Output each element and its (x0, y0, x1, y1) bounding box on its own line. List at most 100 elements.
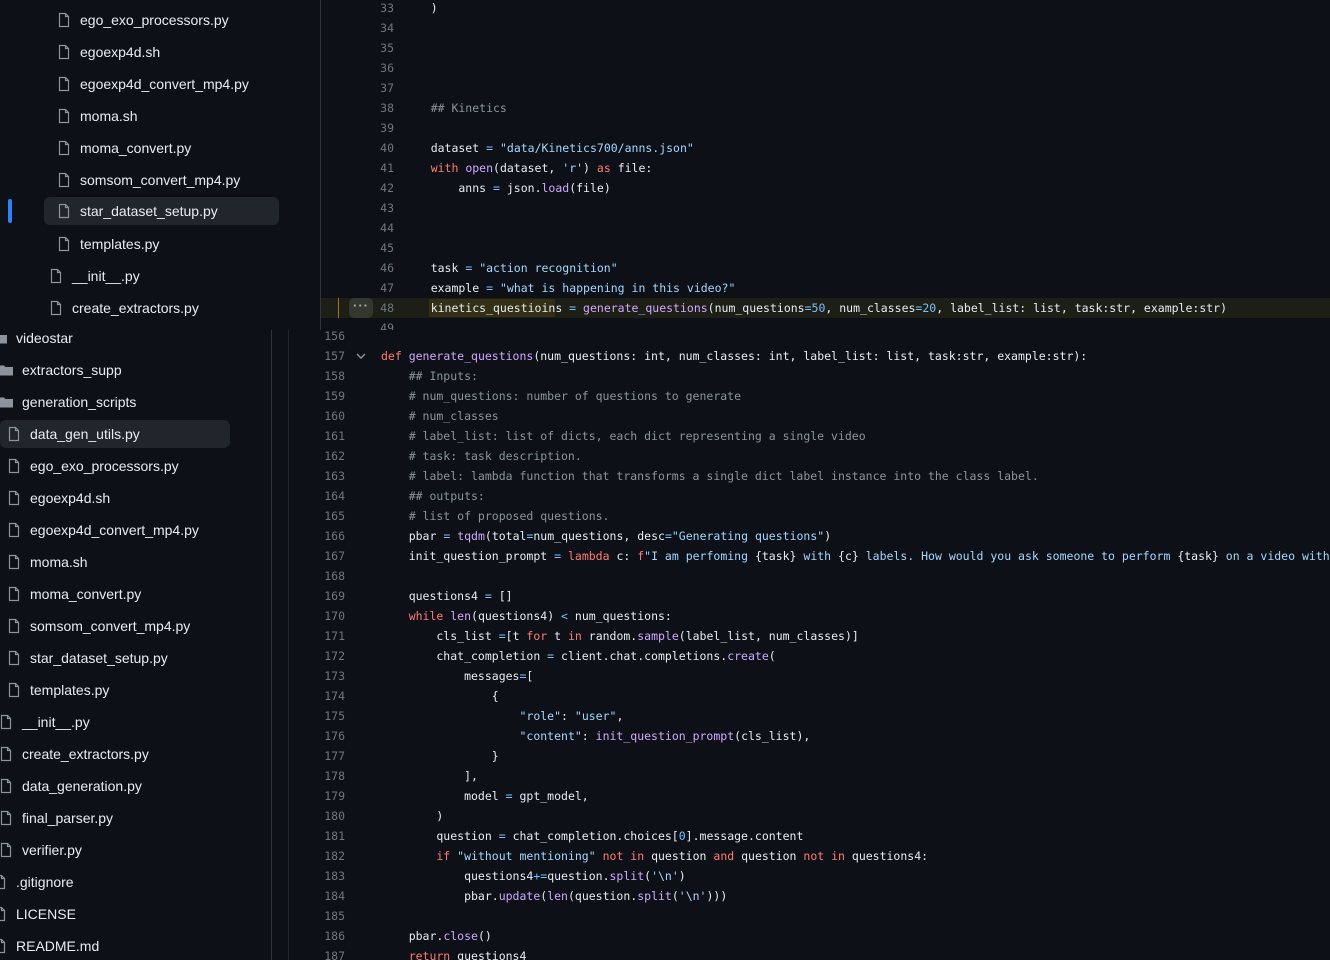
code-text: "role": "user", (381, 706, 623, 726)
code-token: , label_list: list, task:str, example:st… (936, 301, 1228, 315)
code-text: init_question_prompt = lambda c: f"I am … (381, 546, 1330, 566)
selection-indicator (8, 199, 12, 223)
tree-item[interactable]: ego_exo_processors.py (56, 6, 229, 34)
code-token: ## Kinetics (403, 101, 507, 115)
code-line: 175 "role": "user", (289, 706, 1330, 726)
file-icon (8, 650, 20, 666)
code-text: # num_classes (381, 406, 499, 426)
tree-item[interactable]: ego_exo_processors.py (6, 452, 179, 480)
line-number: 48 (380, 301, 394, 315)
line-number: 166 (324, 529, 345, 543)
tree-item[interactable]: LICENSE (0, 900, 76, 928)
code-line: 165 # list of proposed questions. (289, 506, 1330, 526)
tree-item[interactable]: egoexp4d_convert_mp4.py (56, 70, 249, 98)
tree-item[interactable]: moma.sh (56, 102, 138, 130)
bottom-divider (271, 330, 272, 960)
tree-item[interactable]: verifier.py (0, 836, 82, 864)
file-icon (0, 906, 6, 922)
file-icon (50, 300, 62, 316)
tree-item[interactable]: moma_convert.py (6, 580, 141, 608)
tree-item-label: create_extractors.py (22, 746, 149, 762)
tree-item[interactable]: moma_convert.py (56, 134, 191, 162)
tree-item[interactable]: egoexp4d_convert_mp4.py (6, 516, 199, 544)
code-line: 168 (289, 566, 1330, 586)
code-token: {task} (1177, 549, 1219, 563)
tree-item[interactable]: data_gen_utils.py (0, 420, 230, 448)
code-token: = (498, 629, 506, 643)
line-number: 33 (380, 1, 394, 15)
file-icon (58, 108, 70, 124)
tree-item[interactable]: README.md (0, 932, 99, 960)
code-line: 174 { (289, 686, 1330, 706)
tree-item[interactable]: __init__.py (0, 708, 90, 736)
tree-item[interactable]: generation_scripts (0, 388, 136, 416)
tree-item[interactable]: create_extractors.py (48, 294, 199, 322)
code-token: = (498, 829, 506, 843)
code-text: model = gpt_model, (381, 786, 589, 806)
code-token: = (486, 141, 494, 155)
code-token: # label_list: list of dicts, each dict r… (381, 429, 866, 443)
tree-item[interactable]: extractors_supp (0, 356, 122, 384)
code-line: 169 questions4 = [] (289, 586, 1330, 606)
line-number: 38 (380, 101, 394, 115)
code-line: 43 (321, 198, 1330, 218)
code-token: '\n' (651, 869, 679, 883)
tree-item[interactable]: templates.py (6, 676, 109, 704)
code-token: } (381, 749, 499, 763)
file-icon (0, 810, 12, 826)
tree-item[interactable]: data_generation.py (0, 772, 142, 800)
code-token: ( (671, 889, 679, 903)
code-token: = (505, 789, 513, 803)
tree-item-label: __init__.py (72, 268, 140, 284)
code-token: split (609, 869, 645, 883)
tree-item-label: egoexp4d_convert_mp4.py (30, 522, 199, 538)
tree-item[interactable]: templates.py (56, 230, 159, 258)
line-number: 181 (324, 829, 345, 843)
code-token: (dataset, (493, 161, 563, 175)
tree-item-label: star_dataset_setup.py (30, 650, 168, 666)
line-number: 46 (380, 261, 394, 275)
code-token: return (381, 949, 451, 960)
chevron-down-icon[interactable] (355, 350, 367, 362)
code-line: 181 question = chat_completion.choices[0… (289, 826, 1330, 846)
line-number: 168 (324, 569, 345, 583)
code-token: = (554, 549, 562, 563)
tree-item[interactable]: star_dataset_setup.py (44, 197, 279, 225)
code-line: 171 cls_list =[t for t in random.sample(… (289, 626, 1330, 646)
code-token: {c} (838, 549, 859, 563)
tree-item[interactable]: moma.sh (6, 548, 88, 576)
tree-item[interactable]: egoexp4d.sh (6, 484, 110, 512)
tree-item[interactable]: somsom_convert_mp4.py (6, 612, 190, 640)
code-token: cls_list (381, 629, 499, 643)
code-token: ].message.content (685, 829, 804, 843)
file-icon (0, 746, 12, 762)
tree-item[interactable]: somsom_convert_mp4.py (56, 166, 240, 194)
bottom-code-view: 156 157 def generate_questions(num_questio… (289, 330, 1330, 960)
code-token: , (616, 709, 624, 723)
code-token: question (381, 829, 499, 843)
tree-item-label: verifier.py (22, 842, 82, 858)
tree-item[interactable]: __init__.py (48, 262, 140, 290)
code-line: 176 "content": init_question_prompt(cls_… (289, 726, 1330, 746)
code-text: pbar.close() (381, 926, 492, 946)
code-text: messages=[ (381, 666, 533, 686)
code-text: def generate_questions(num_questions: in… (381, 346, 1087, 366)
tree-item[interactable]: .gitignore (0, 868, 74, 896)
tree-item[interactable]: egoexp4d.sh (56, 38, 160, 66)
code-text: kinetics_questioins = generate_questions… (403, 298, 1227, 318)
code-text: ) (381, 806, 443, 826)
code-line: 33 ) (321, 0, 1330, 18)
tree-item[interactable]: create_extractors.py (0, 740, 149, 768)
file-icon (0, 842, 12, 858)
tree-item[interactable]: final_parser.py (0, 804, 113, 832)
code-text: # num_questions: number of questions to … (381, 386, 741, 406)
code-token: questions4: (844, 849, 929, 863)
code-text: ], (381, 766, 478, 786)
code-token: split (637, 889, 672, 903)
tree-item[interactable]: videostar (0, 330, 73, 352)
code-text: pbar = tqdm(total=num_questions, desc="G… (381, 526, 831, 546)
tree-item[interactable]: star_dataset_setup.py (6, 644, 168, 672)
code-line: 172 chat_completion = client.chat.comple… (289, 646, 1330, 666)
code-token: in (567, 629, 582, 643)
